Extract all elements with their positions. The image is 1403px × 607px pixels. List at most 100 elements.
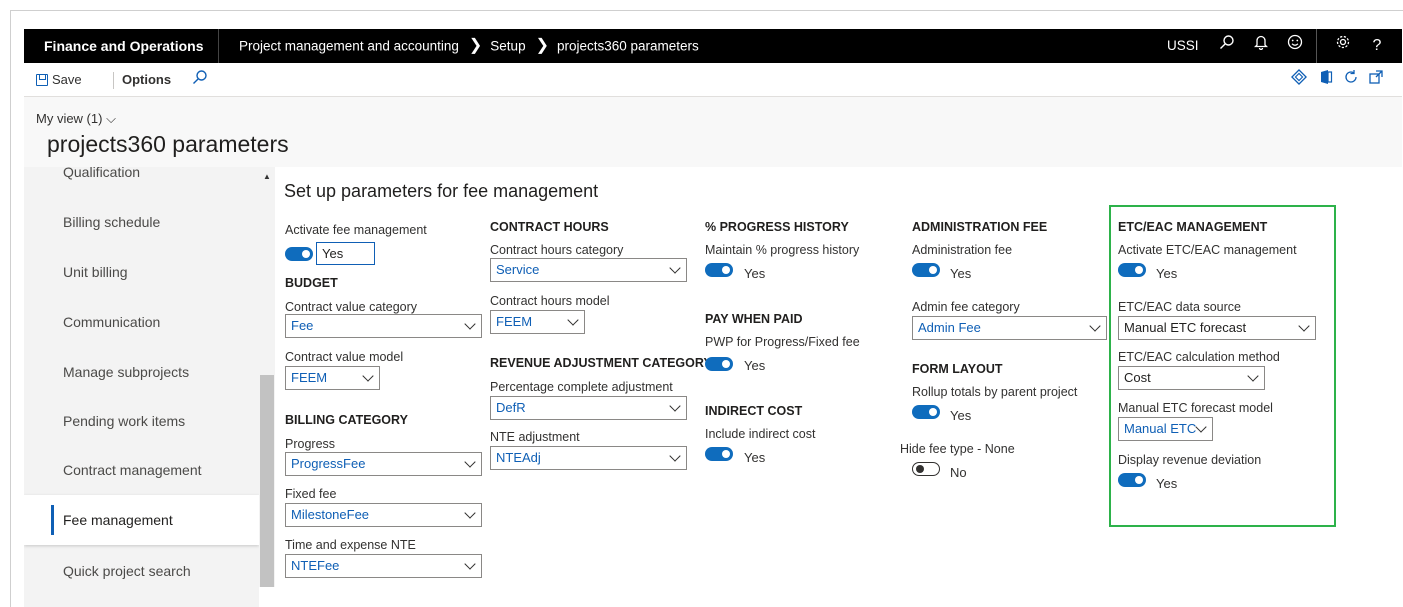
gear-icon[interactable] (1326, 29, 1360, 63)
select-value: FEEM (291, 370, 328, 385)
nav-item-pending-work-items[interactable]: Pending work items (24, 396, 259, 446)
select-value: Fee (291, 318, 314, 333)
breadcrumb-item[interactable]: Setup (490, 38, 525, 53)
nav-item-unit-billing[interactable]: Unit billing (24, 247, 259, 297)
chevron-right-icon: ❯ (535, 37, 549, 55)
divider (113, 72, 114, 89)
admin-fee-category-select[interactable]: Admin Fee (912, 316, 1107, 340)
include-indirect-label: Include indirect cost (705, 427, 816, 441)
breadcrumb-item[interactable]: Project management and accounting (239, 38, 459, 53)
nav-item-contract-management[interactable]: Contract management (24, 445, 259, 495)
smiley-icon[interactable] (1278, 29, 1312, 63)
toggle-value: Yes (744, 266, 766, 281)
select-value: MilestoneFee (291, 507, 370, 522)
bell-icon[interactable] (1244, 29, 1278, 63)
include-indirect-toggle[interactable] (705, 447, 733, 461)
nav-item-qualification[interactable]: Qualification (24, 167, 259, 197)
refresh-icon[interactable] (1343, 69, 1359, 89)
toggle-value: Yes (950, 408, 972, 423)
activate-fee-toggle[interactable] (285, 247, 313, 261)
hide-fee-toggle[interactable] (912, 462, 940, 476)
progress-select[interactable]: ProgressFee (285, 452, 482, 476)
scroll-up-icon[interactable]: ▲ (263, 172, 271, 181)
fixed-fee-label: Fixed fee (285, 487, 337, 501)
section-title: Set up parameters for fee management (284, 181, 599, 201)
chevron-down-icon (668, 451, 682, 465)
chevron-right-icon: ❯ (468, 37, 483, 55)
save-label: Save (52, 72, 82, 87)
nav-item-quick-project-search[interactable]: Quick project search (24, 546, 259, 596)
divider (1316, 29, 1317, 63)
hide-fee-label: Hide fee type - None (900, 442, 1015, 456)
select-value: Admin Fee (918, 320, 981, 335)
company-picker[interactable]: USSI (1167, 29, 1199, 63)
pwp-toggle[interactable] (705, 357, 733, 371)
etc-eac-highlight-box (1109, 205, 1336, 527)
chevron-down-icon (463, 508, 477, 522)
admin-fee-category-label: Admin fee category (912, 300, 1020, 314)
rollup-label: Rollup totals by parent project (912, 385, 1078, 399)
chevron-down-icon (463, 559, 477, 573)
chevron-down-icon (566, 315, 580, 329)
app-brand[interactable]: Finance and Operations (24, 29, 220, 63)
nav-item-communication[interactable]: Communication (24, 297, 259, 347)
admin-fee-heading: ADMINISTRATION FEE (912, 220, 1048, 234)
save-button[interactable]: Save (36, 72, 82, 87)
select-value: NTEFee (291, 558, 340, 573)
chevron-down-icon (361, 371, 375, 385)
chevron-down-icon (463, 319, 477, 333)
chevron-down-icon: ⌵ (106, 111, 116, 126)
toggle-value: Yes (950, 266, 972, 281)
help-icon[interactable]: ? (1360, 29, 1394, 63)
select-value: Service (496, 262, 540, 277)
popout-icon[interactable] (1368, 69, 1384, 89)
activate-fee-label: Activate fee management (285, 223, 427, 237)
fixed-fee-select[interactable]: MilestoneFee (285, 503, 482, 527)
options-button[interactable]: Options (122, 72, 171, 87)
contract-hours-model-select[interactable]: FEEM (490, 310, 585, 334)
indirect-cost-heading: INDIRECT COST (705, 404, 803, 418)
page-title: projects360 parameters (47, 131, 289, 157)
contract-hours-heading: CONTRACT HOURS (490, 220, 609, 234)
nte-adjustment-select[interactable]: NTEAdj (490, 446, 687, 470)
pct-complete-adjustment-label: Percentage complete adjustment (490, 380, 673, 394)
toggle-value: Yes (744, 358, 766, 373)
nav-item-billing-schedule[interactable]: Billing schedule (24, 197, 259, 247)
billing-category-heading: BILLING CATEGORY (285, 413, 408, 427)
contract-value-model-select[interactable]: FEEM (285, 366, 380, 390)
contract-value-category-select[interactable]: Fee (285, 314, 482, 338)
admin-fee-toggle[interactable] (912, 263, 940, 277)
breadcrumb: Project management and accounting ❯ Setup ❯… (239, 29, 699, 63)
form-layout-heading: FORM LAYOUT (912, 362, 1003, 376)
activate-fee-value[interactable]: Yes (316, 242, 375, 265)
contract-hours-model-label: Contract hours model (490, 294, 610, 308)
revenue-adjustment-heading: REVENUE ADJUSTMENT CATEGORY (490, 356, 712, 370)
time-expense-nte-select[interactable]: NTEFee (285, 554, 482, 578)
toggle-value: No (950, 465, 967, 480)
pct-complete-adjustment-select[interactable]: DefR (490, 396, 687, 420)
nav-scrollbar[interactable]: ▲ (259, 167, 275, 587)
scrollbar-thumb[interactable] (260, 375, 274, 587)
select-value: NTEAdj (496, 450, 541, 465)
maintain-progress-toggle[interactable] (705, 263, 733, 277)
rollup-toggle[interactable] (912, 405, 940, 419)
view-selector[interactable]: My view (1) ⌵ (36, 111, 116, 127)
chevron-down-icon (463, 457, 477, 471)
nav-item-manage-subprojects[interactable]: Manage subprojects (24, 347, 259, 397)
toggle-value: Yes (744, 450, 766, 465)
office-icon[interactable] (1319, 69, 1333, 89)
select-value: DefR (496, 400, 526, 415)
diamond-icon[interactable] (1291, 69, 1307, 89)
budget-heading: BUDGET (285, 276, 338, 290)
search-icon[interactable] (1210, 29, 1244, 63)
chevron-down-icon (1088, 321, 1102, 335)
select-value: FEEM (496, 314, 533, 329)
nav-item-fee-management[interactable]: Fee management (24, 495, 259, 545)
page-header: My view (1) ⌵ projects360 parameters (24, 97, 1402, 167)
pay-when-paid-heading: PAY WHEN PAID (705, 312, 803, 326)
breadcrumb-item[interactable]: projects360 parameters (557, 38, 699, 53)
time-expense-nte-label: Time and expense NTE (285, 538, 416, 552)
contract-hours-category-select[interactable]: Service (490, 258, 687, 282)
search-icon[interactable] (192, 69, 208, 89)
select-value: ProgressFee (291, 456, 366, 471)
